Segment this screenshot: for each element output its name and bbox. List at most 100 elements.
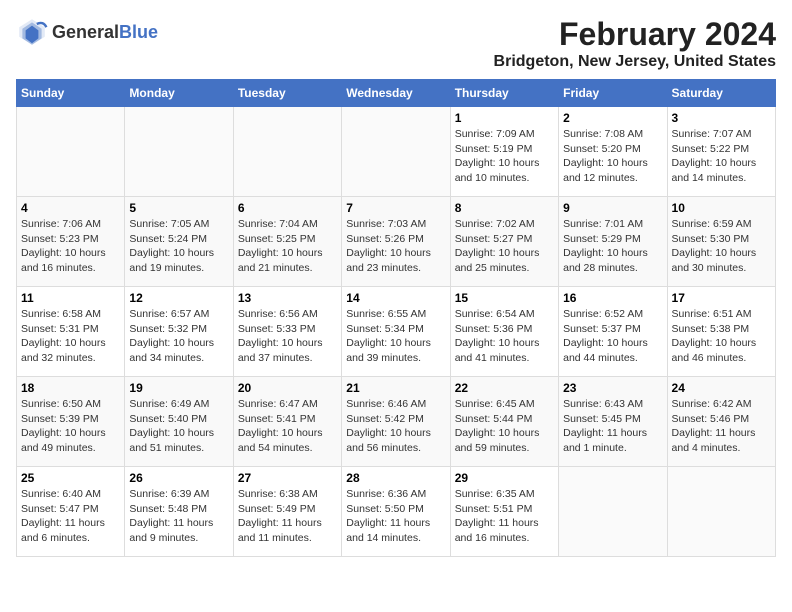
page-header: GeneralBlue February 2024 Bridgeton, New… (16, 16, 776, 71)
day-info: Sunrise: 6:57 AM Sunset: 5:32 PM Dayligh… (129, 307, 228, 366)
calendar-cell: 23 Sunrise: 6:43 AM Sunset: 5:45 PM Dayli… (559, 377, 667, 467)
logo-general: General (52, 22, 119, 43)
calendar-cell: 28Sunrise: 6:36 AM Sunset: 5:50 PM Dayli… (342, 467, 450, 557)
calendar-cell: 25Sunrise: 6:40 AM Sunset: 5:47 PM Dayli… (17, 467, 125, 557)
calendar-week-row: 18 Sunrise: 6:50 AM Sunset: 5:39 PM Dayli… (17, 377, 776, 467)
page-title: February 2024 (494, 16, 776, 53)
calendar-cell: 15 Sunrise: 6:54 AM Sunset: 5:36 PM Dayli… (450, 287, 558, 377)
calendar-cell: 8 Sunrise: 7:02 AM Sunset: 5:27 PM Daylig… (450, 197, 558, 287)
day-info: Sunrise: 7:06 AM Sunset: 5:23 PM Dayligh… (21, 217, 120, 276)
calendar-cell: 29 Sunrise: 6:35 AM Sunset: 5:51 PM Dayli… (450, 467, 558, 557)
day-info: Sunrise: 6:59 AM Sunset: 5:30 PM Dayligh… (672, 217, 771, 276)
calendar-cell (233, 107, 341, 197)
day-info: Sunrise: 6:40 AM Sunset: 5:47 PM Dayligh… (21, 487, 120, 546)
calendar-cell: 22 Sunrise: 6:45 AM Sunset: 5:44 PM Dayli… (450, 377, 558, 467)
day-info: Sunrise: 6:55 AM Sunset: 5:34 PM Dayligh… (346, 307, 445, 366)
day-number: 9 (563, 201, 662, 215)
column-header-sunday: Sunday (17, 80, 125, 107)
calendar-cell (125, 107, 233, 197)
calendar-cell: 5Sunrise: 7:05 AM Sunset: 5:24 PM Daylig… (125, 197, 233, 287)
day-number: 15 (455, 291, 554, 305)
calendar-cell: 11Sunrise: 6:58 AM Sunset: 5:31 PM Dayli… (17, 287, 125, 377)
calendar-cell: 4 Sunrise: 7:06 AM Sunset: 5:23 PM Daylig… (17, 197, 125, 287)
calendar-week-row: 11Sunrise: 6:58 AM Sunset: 5:31 PM Dayli… (17, 287, 776, 377)
column-header-wednesday: Wednesday (342, 80, 450, 107)
day-info: Sunrise: 6:51 AM Sunset: 5:38 PM Dayligh… (672, 307, 771, 366)
calendar-cell: 14 Sunrise: 6:55 AM Sunset: 5:34 PM Dayli… (342, 287, 450, 377)
calendar-cell: 3 Sunrise: 7:07 AM Sunset: 5:22 PM Daylig… (667, 107, 775, 197)
day-info: Sunrise: 7:05 AM Sunset: 5:24 PM Dayligh… (129, 217, 228, 276)
title-area: February 2024 Bridgeton, New Jersey, Uni… (494, 16, 776, 71)
calendar-cell (17, 107, 125, 197)
calendar-cell: 21Sunrise: 6:46 AM Sunset: 5:42 PM Dayli… (342, 377, 450, 467)
day-number: 26 (129, 471, 228, 485)
day-info: Sunrise: 6:35 AM Sunset: 5:51 PM Dayligh… (455, 487, 554, 546)
day-number: 16 (563, 291, 662, 305)
day-number: 14 (346, 291, 445, 305)
day-number: 11 (21, 291, 120, 305)
calendar-cell: 13 Sunrise: 6:56 AM Sunset: 5:33 PM Dayli… (233, 287, 341, 377)
day-number: 2 (563, 111, 662, 125)
day-number: 1 (455, 111, 554, 125)
column-header-saturday: Saturday (667, 80, 775, 107)
day-number: 28 (346, 471, 445, 485)
calendar-cell: 10 Sunrise: 6:59 AM Sunset: 5:30 PM Dayli… (667, 197, 775, 287)
page-subtitle: Bridgeton, New Jersey, United States (494, 53, 776, 71)
day-info: Sunrise: 7:09 AM Sunset: 5:19 PM Dayligh… (455, 127, 554, 186)
day-info: Sunrise: 6:42 AM Sunset: 5:46 PM Dayligh… (672, 397, 771, 456)
day-number: 10 (672, 201, 771, 215)
day-number: 3 (672, 111, 771, 125)
calendar-cell: 26 Sunrise: 6:39 AM Sunset: 5:48 PM Dayli… (125, 467, 233, 557)
column-header-friday: Friday (559, 80, 667, 107)
calendar-cell: 7Sunrise: 7:03 AM Sunset: 5:26 PM Daylig… (342, 197, 450, 287)
day-number: 22 (455, 381, 554, 395)
calendar-cell: 2 Sunrise: 7:08 AM Sunset: 5:20 PM Daylig… (559, 107, 667, 197)
day-info: Sunrise: 6:45 AM Sunset: 5:44 PM Dayligh… (455, 397, 554, 456)
calendar-cell: 24 Sunrise: 6:42 AM Sunset: 5:46 PM Dayli… (667, 377, 775, 467)
day-info: Sunrise: 7:02 AM Sunset: 5:27 PM Dayligh… (455, 217, 554, 276)
day-info: Sunrise: 7:07 AM Sunset: 5:22 PM Dayligh… (672, 127, 771, 186)
calendar-cell: 16Sunrise: 6:52 AM Sunset: 5:37 PM Dayli… (559, 287, 667, 377)
calendar-week-row: 25Sunrise: 6:40 AM Sunset: 5:47 PM Dayli… (17, 467, 776, 557)
calendar-week-row: 1 Sunrise: 7:09 AM Sunset: 5:19 PM Daylig… (17, 107, 776, 197)
calendar-cell (559, 467, 667, 557)
day-info: Sunrise: 6:50 AM Sunset: 5:39 PM Dayligh… (21, 397, 120, 456)
logo: GeneralBlue (16, 16, 158, 48)
day-number: 18 (21, 381, 120, 395)
day-number: 29 (455, 471, 554, 485)
day-info: Sunrise: 6:43 AM Sunset: 5:45 PM Dayligh… (563, 397, 662, 456)
calendar-header-row: SundayMondayTuesdayWednesdayThursdayFrid… (17, 80, 776, 107)
day-number: 13 (238, 291, 337, 305)
calendar-cell: 9Sunrise: 7:01 AM Sunset: 5:29 PM Daylig… (559, 197, 667, 287)
calendar-cell: 18 Sunrise: 6:50 AM Sunset: 5:39 PM Dayli… (17, 377, 125, 467)
column-header-monday: Monday (125, 80, 233, 107)
calendar-cell: 12 Sunrise: 6:57 AM Sunset: 5:32 PM Dayli… (125, 287, 233, 377)
calendar-cell: 17 Sunrise: 6:51 AM Sunset: 5:38 PM Dayli… (667, 287, 775, 377)
day-info: Sunrise: 7:04 AM Sunset: 5:25 PM Dayligh… (238, 217, 337, 276)
day-number: 20 (238, 381, 337, 395)
calendar-cell (342, 107, 450, 197)
logo-icon (16, 16, 48, 48)
day-info: Sunrise: 6:39 AM Sunset: 5:48 PM Dayligh… (129, 487, 228, 546)
column-header-thursday: Thursday (450, 80, 558, 107)
day-number: 17 (672, 291, 771, 305)
day-number: 24 (672, 381, 771, 395)
calendar-cell: 19 Sunrise: 6:49 AM Sunset: 5:40 PM Dayli… (125, 377, 233, 467)
day-info: Sunrise: 6:54 AM Sunset: 5:36 PM Dayligh… (455, 307, 554, 366)
day-info: Sunrise: 6:56 AM Sunset: 5:33 PM Dayligh… (238, 307, 337, 366)
logo-text: GeneralBlue (52, 22, 158, 43)
day-number: 12 (129, 291, 228, 305)
day-number: 8 (455, 201, 554, 215)
day-info: Sunrise: 6:38 AM Sunset: 5:49 PM Dayligh… (238, 487, 337, 546)
day-info: Sunrise: 6:49 AM Sunset: 5:40 PM Dayligh… (129, 397, 228, 456)
calendar-cell: 1 Sunrise: 7:09 AM Sunset: 5:19 PM Daylig… (450, 107, 558, 197)
day-number: 6 (238, 201, 337, 215)
day-number: 4 (21, 201, 120, 215)
calendar-cell: 27 Sunrise: 6:38 AM Sunset: 5:49 PM Dayli… (233, 467, 341, 557)
day-info: Sunrise: 7:08 AM Sunset: 5:20 PM Dayligh… (563, 127, 662, 186)
day-info: Sunrise: 6:47 AM Sunset: 5:41 PM Dayligh… (238, 397, 337, 456)
day-number: 19 (129, 381, 228, 395)
day-number: 27 (238, 471, 337, 485)
day-number: 23 (563, 381, 662, 395)
day-number: 21 (346, 381, 445, 395)
